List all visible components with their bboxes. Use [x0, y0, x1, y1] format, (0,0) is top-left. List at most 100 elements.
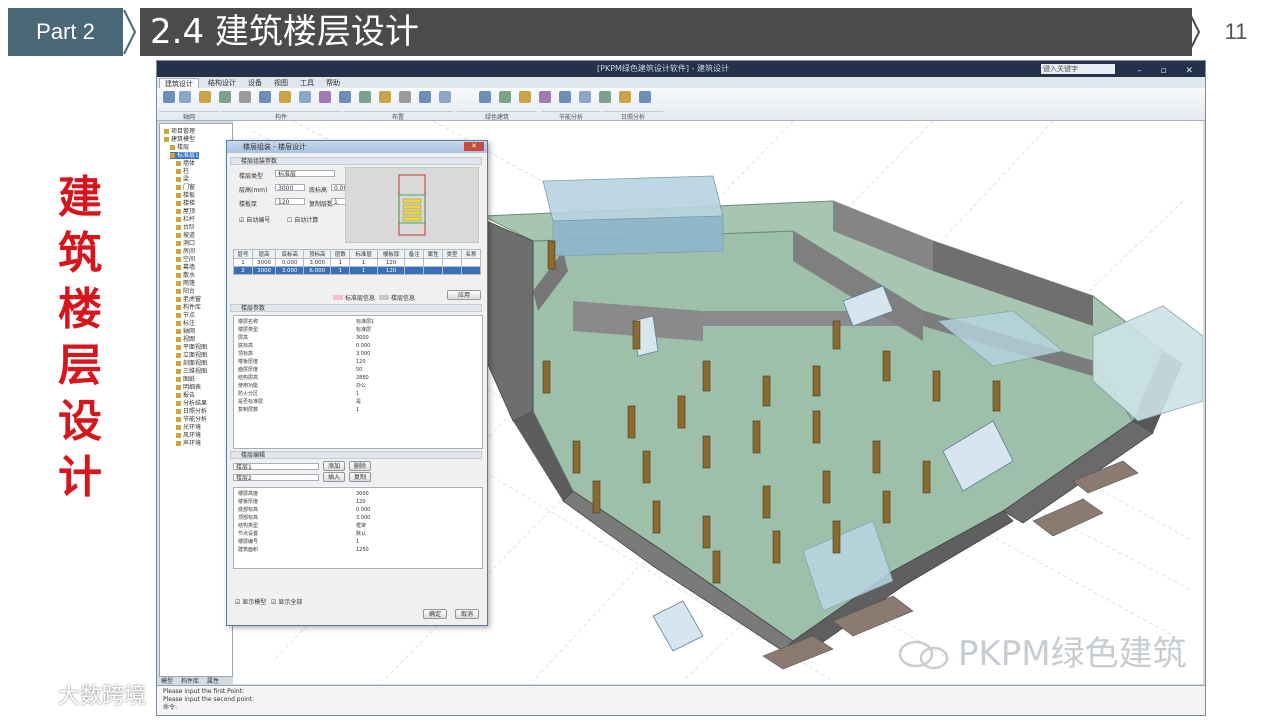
tree-item[interactable]: 报告	[176, 392, 195, 399]
apply-button[interactable]: 应用	[447, 290, 481, 300]
delete-button[interactable]: 删除	[349, 461, 371, 471]
property-value[interactable]: 3.000	[356, 515, 370, 521]
tree-item[interactable]: 建筑模型	[164, 136, 195, 143]
tab-structure[interactable]: 结构设计	[203, 78, 241, 88]
tree-item[interactable]: 三维视图	[176, 368, 207, 375]
tree-item[interactable]: 阳台	[176, 288, 195, 295]
tree-tab[interactable]: 构件库	[181, 676, 199, 685]
tree-item[interactable]: 屋顶	[176, 208, 195, 215]
tree-item[interactable]: 幕墙	[176, 264, 195, 271]
auto-number-checkbox[interactable]: ☑ 自动编号	[239, 215, 270, 224]
tool-icon[interactable]	[439, 91, 451, 103]
tool-icon[interactable]	[179, 91, 191, 103]
tool-icon[interactable]	[559, 91, 571, 103]
tree-item[interactable]: 楼板	[176, 192, 195, 199]
tree-item[interactable]: 轴网	[176, 328, 195, 335]
tool-icon[interactable]	[619, 91, 631, 103]
ok-button[interactable]: 确定	[423, 609, 447, 619]
tool-icon[interactable]	[279, 91, 291, 103]
tree-item[interactable]: 日照分析	[176, 408, 207, 415]
tool-icon[interactable]	[499, 91, 511, 103]
tree-item[interactable]: 视图	[176, 336, 195, 343]
tree-item[interactable]: 楼层	[170, 144, 189, 151]
floor-type-select[interactable]: 标准层	[275, 170, 335, 178]
tab-view[interactable]: 视图	[269, 78, 293, 88]
tree-item[interactable]: 门窗	[176, 184, 195, 191]
tree-item[interactable]: 声环境	[176, 440, 201, 447]
tree-item[interactable]: 立面视图	[176, 352, 207, 359]
tool-icon[interactable]	[599, 91, 611, 103]
tree-item[interactable]: 栏杆	[176, 216, 195, 223]
tool-icon[interactable]	[479, 91, 491, 103]
tool-icon[interactable]	[199, 91, 211, 103]
tool-icon[interactable]	[339, 91, 351, 103]
tree-item[interactable]: 平面视图	[176, 344, 207, 351]
floor-table[interactable]: 层号 层高 底标高 顶标高 层数 标准层 楼板厚 备注 属性 类型 名称 1 3000 0.000 3.0…	[233, 249, 481, 275]
tree-item[interactable]: 洞口	[176, 240, 195, 247]
tree-item[interactable]: 图纸	[176, 376, 195, 383]
tool-icon[interactable]	[519, 91, 531, 103]
tool-icon[interactable]	[399, 91, 411, 103]
tool-icon[interactable]	[419, 91, 431, 103]
add-button[interactable]: 添加	[323, 461, 345, 471]
auto-calc-checkbox[interactable]: ☐ 自动计算	[287, 215, 318, 224]
command-line[interactable]: Please input the first Point: Please inp…	[157, 685, 1205, 715]
tree-item[interactable]: 标注	[176, 320, 195, 327]
property-value[interactable]: 120	[356, 499, 366, 505]
tab-tools[interactable]: 工具	[295, 78, 319, 88]
tool-icon[interactable]	[163, 91, 175, 103]
tool-icon[interactable]	[239, 91, 251, 103]
property-value[interactable]: 标准层1	[356, 319, 374, 325]
tab-help[interactable]: 帮助	[321, 78, 345, 88]
property-value[interactable]: 0.000	[356, 343, 370, 349]
copy-button[interactable]: 复制	[349, 472, 371, 482]
floor-properties[interactable]: 楼层名称 标准层1 楼层类型 标准层 层高 3000 底标高 0.000 顶标高 3.000 楼板厚…	[233, 315, 483, 449]
property-value[interactable]: 50	[356, 367, 362, 373]
section-header[interactable]: 楼层组装参数	[230, 157, 482, 165]
tree-item[interactable]: 分析结果	[176, 400, 207, 407]
property-value[interactable]: 办公	[356, 383, 366, 389]
tree-item[interactable]: 雨篷	[176, 280, 195, 287]
tool-icon[interactable]	[299, 91, 311, 103]
table-row[interactable]: 2 3000 3.000 6.000 1 1 120	[233, 266, 481, 275]
property-value[interactable]: 3000	[356, 335, 369, 341]
tool-icon[interactable]	[379, 91, 391, 103]
property-value[interactable]: 120	[356, 359, 366, 365]
close-button[interactable]: ✕	[464, 142, 484, 151]
tree-item[interactable]: 老虎窗	[176, 296, 201, 303]
section-header[interactable]: 楼层参数	[230, 304, 482, 312]
tree-item[interactable]: 台阶	[176, 224, 195, 231]
tree-item[interactable]: 墙体	[176, 160, 195, 167]
tool-icon[interactable]	[579, 91, 591, 103]
tool-icon[interactable]	[219, 91, 231, 103]
tree-item[interactable]: 节点	[176, 312, 195, 319]
tree-item[interactable]: 风环境	[176, 432, 201, 439]
property-value[interactable]: 默认	[356, 531, 366, 537]
tree-item[interactable]: 剖面视图	[176, 360, 207, 367]
tree-item[interactable]: 项目管理	[164, 128, 195, 135]
edit-properties[interactable]: 楼层高度 3000 楼板厚度 120 底部标高 0.000 顶部标高 3.000 结构类型 框架节…	[233, 487, 483, 569]
property-value[interactable]: 1	[356, 391, 359, 397]
tool-icon[interactable]	[259, 91, 271, 103]
tree-item[interactable]: 散水	[176, 272, 195, 279]
floor-select-1[interactable]: 楼层1	[233, 463, 319, 471]
property-value[interactable]: 1	[356, 407, 359, 413]
tree-item[interactable]: 标准层1	[170, 152, 199, 159]
property-value[interactable]: 3.000	[356, 351, 370, 357]
tree-item[interactable]: 房间	[176, 248, 195, 255]
tree-item[interactable]: 构件库	[176, 304, 201, 311]
tree-item[interactable]: 明细表	[176, 384, 201, 391]
property-value[interactable]: 0.000	[356, 507, 370, 513]
property-value[interactable]: 3000	[356, 491, 369, 497]
floor-select-2[interactable]: 楼层2	[233, 474, 319, 482]
tree-item[interactable]: 楼梯	[176, 200, 195, 207]
property-value[interactable]: 标准层	[356, 327, 371, 333]
insert-button[interactable]: 插入	[323, 472, 345, 482]
table-row[interactable]: 1 3000 0.000 3.000 1 1 120	[233, 258, 481, 267]
search-input[interactable]: 键入关键字	[1041, 64, 1115, 74]
tool-icon[interactable]	[539, 91, 551, 103]
section-header[interactable]: 楼层编辑	[230, 451, 482, 459]
tree-item[interactable]: 节能分析	[176, 416, 207, 423]
tree-item[interactable]: 光环境	[176, 424, 201, 431]
tool-icon[interactable]	[319, 91, 331, 103]
